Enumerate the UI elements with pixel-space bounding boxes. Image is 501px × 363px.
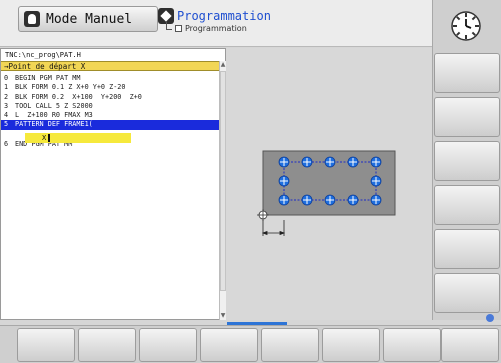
program-line[interactable]: 0 BEGIN PGM PAT MM (1, 74, 219, 83)
softkey-right-5[interactable] (434, 229, 500, 269)
program-editor[interactable]: TNC:\nc_prog\PAT.H →Point de départ X 0 … (0, 48, 226, 320)
pattern-diagram (257, 150, 396, 236)
program-line[interactable]: 2 BLK FORM 0.2 X+100 Y+200 Z+0 (1, 93, 219, 102)
line-code: L Z+100 R0 FMAX M3 (15, 111, 93, 120)
program-line[interactable]: 1 BLK FORM 0.1 Z X+0 Y+0 Z-20 (1, 83, 219, 92)
file-path: TNC:\nc_prog\PAT.H (5, 51, 81, 59)
program-line[interactable]: 4 L Z+100 R0 FMAX M3 (1, 111, 219, 120)
softkey-bottom-3[interactable] (139, 328, 197, 362)
softkey-right-2[interactable] (434, 97, 500, 137)
mode-label: Mode Manuel (46, 11, 133, 27)
line-number: 0 (4, 74, 9, 82)
softkey-bottom-4[interactable] (200, 328, 258, 362)
line-number: 1 (4, 83, 9, 92)
horizontal-softkey-bar (0, 325, 501, 363)
line-code: BLK FORM 0.1 Z X+0 Y+0 Z-20 (15, 83, 126, 92)
line-number: 6 (4, 139, 9, 148)
softkey-bottom-8[interactable] (441, 328, 499, 362)
softkey-bottom-2[interactable] (78, 328, 136, 362)
window-icon (175, 25, 182, 32)
value-input[interactable]: X (25, 133, 131, 143)
line-number: 5 (4, 120, 9, 129)
softkey-right-4[interactable] (434, 185, 500, 225)
reference-prompt-bar: →Point de départ X (1, 61, 219, 71)
mode-manual-button[interactable]: Mode Manuel (18, 6, 158, 32)
line-number: 2 (4, 92, 9, 101)
line-code: BLK FORM 0.2 X+100 Y+200 Z+0 (15, 92, 142, 101)
line-code: BEGIN PGM PAT MM (15, 74, 81, 82)
line-code: TOOL CALL 5 Z S2000 (15, 101, 93, 110)
softkey-bottom-1[interactable] (17, 328, 75, 362)
dimension-x (261, 220, 286, 236)
line-number: 3 (4, 101, 9, 110)
line-code: PATTERN DEF FRAME1( (15, 120, 93, 129)
reference-prompt: →Point de départ X (4, 62, 86, 71)
line-number: 4 (4, 111, 9, 120)
vertical-softkey-bar (432, 0, 501, 320)
program-line[interactable]: 3 TOOL CALL 5 Z S2000 (1, 102, 219, 111)
program-title: Programmation (177, 9, 271, 23)
softkey-bottom-5[interactable] (261, 328, 319, 362)
pattern-graphic (226, 48, 432, 320)
program-subtitle: Programmation (166, 21, 247, 33)
softkey-bottom-6[interactable] (322, 328, 380, 362)
input-value: X (42, 134, 47, 142)
text-cursor (48, 134, 50, 142)
softkey-bottom-7[interactable] (383, 328, 441, 362)
softkey-right-6[interactable] (434, 273, 500, 313)
program-line-selected[interactable]: 5 PATTERN DEF FRAME1( (1, 120, 219, 130)
tree-branch-icon (166, 21, 172, 30)
header-bar: Mode Manuel Programmation Programmation (0, 0, 501, 47)
hand-icon (24, 11, 40, 27)
clock-icon (434, 6, 498, 46)
vertical-scrollbar[interactable]: ▲ ▼ (219, 61, 226, 320)
softkey-right-3[interactable] (434, 141, 500, 181)
status-dot-icon (486, 314, 494, 322)
program-sublabel: Programmation (185, 24, 247, 33)
softkey-right-1[interactable] (434, 53, 500, 93)
